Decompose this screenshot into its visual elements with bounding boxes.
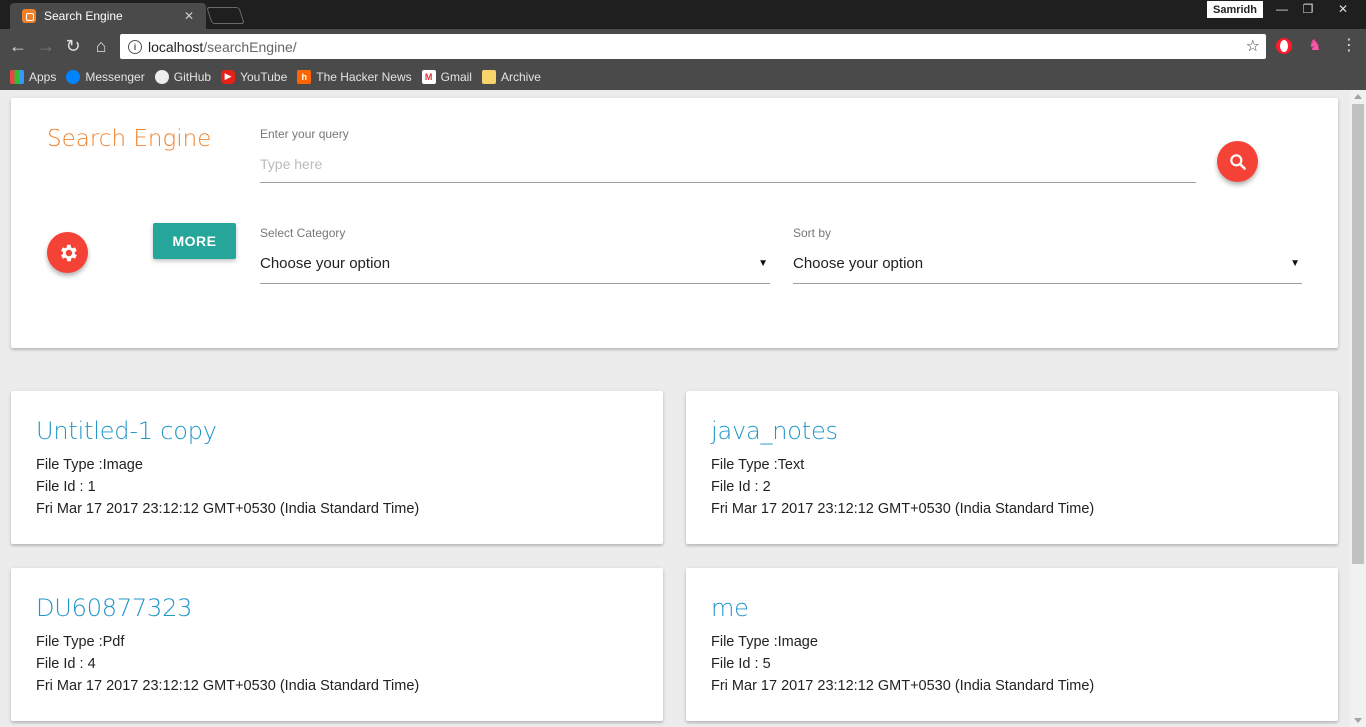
result-title-link[interactable]: Untitled-1 copy (36, 417, 217, 445)
bookmark-label: Apps (29, 69, 57, 84)
result-card: java_notes File Type :Text File Id : 2 F… (686, 391, 1338, 544)
result-date: Fri Mar 17 2017 23:12:12 GMT+0530 (India… (711, 678, 1095, 694)
result-file-id: File Id : 2 (711, 479, 771, 495)
result-card: Untitled-1 copy File Type :Image File Id… (11, 391, 663, 544)
hacker-news-icon: h (297, 69, 312, 84)
result-date: Fri Mar 17 2017 23:12:12 GMT+0530 (India… (36, 501, 420, 517)
result-file-type: File Type :Image (36, 457, 143, 473)
search-icon (1229, 153, 1246, 170)
folder-icon (481, 69, 496, 84)
result-file-type: File Type :Image (711, 634, 818, 650)
gear-icon (60, 244, 77, 261)
bookmark-apps[interactable]: Apps (10, 69, 57, 84)
restore-icon[interactable]: ❐ (1296, 0, 1320, 18)
result-file-type: File Type :Text (711, 457, 805, 473)
bookmark-messenger[interactable]: Messenger (66, 69, 145, 84)
bookmarks-bar: Apps Messenger GitHub ▶ YouTube h The Ha… (0, 63, 1366, 90)
vertical-scrollbar[interactable] (1350, 90, 1366, 727)
search-button[interactable] (1217, 141, 1258, 182)
window-titlebar: Search Engine ✕ Samridh — ❐ ✕ (0, 0, 1366, 29)
category-select[interactable]: Choose your option ▼ (260, 244, 770, 284)
address-bar[interactable]: i localhost /searchEngine/ ☆ (120, 34, 1266, 59)
search-panel: Search Engine Enter your query MORE Sele… (11, 98, 1338, 348)
result-card: DU60877323 File Type :Pdf File Id : 4 Fr… (11, 568, 663, 721)
close-window-icon[interactable]: ✕ (1320, 0, 1366, 18)
browser-tab[interactable]: Search Engine ✕ (10, 3, 206, 29)
sort-value: Choose your option (793, 255, 924, 272)
category-value: Choose your option (260, 255, 391, 272)
bookmark-hacker-news[interactable]: h The Hacker News (297, 69, 412, 84)
result-file-id: File Id : 5 (711, 656, 771, 672)
messenger-icon (66, 69, 81, 84)
result-title-link[interactable]: java_notes (711, 417, 838, 445)
tab-close-icon[interactable]: ✕ (180, 9, 198, 23)
sort-select[interactable]: Choose your option ▼ (793, 244, 1302, 284)
scroll-down-arrow-icon[interactable] (1354, 718, 1362, 723)
result-file-type: File Type :Pdf (36, 634, 125, 650)
caret-down-icon: ▼ (1290, 258, 1300, 269)
more-button[interactable]: MORE (153, 223, 236, 259)
url-host: localhost (148, 38, 204, 55)
result-file-id: File Id : 4 (36, 656, 96, 672)
result-date: Fri Mar 17 2017 23:12:12 GMT+0530 (India… (711, 501, 1095, 517)
page-viewport: Search Engine Enter your query MORE Sele… (0, 90, 1350, 727)
github-icon (154, 69, 169, 84)
unicorn-extension-icon[interactable]: ♞ (1306, 37, 1324, 55)
gmail-icon: M (421, 69, 436, 84)
bookmark-youtube[interactable]: ▶ YouTube (221, 69, 288, 84)
xampp-icon (22, 9, 36, 23)
sort-label: Sort by (793, 226, 832, 240)
bookmark-label: Messenger (85, 69, 145, 84)
apps-icon (10, 69, 24, 84)
new-tab-button[interactable] (206, 7, 245, 24)
bookmark-label: YouTube (240, 69, 288, 84)
youtube-icon: ▶ (221, 69, 236, 84)
bookmark-star-icon[interactable]: ☆ (1246, 36, 1260, 56)
menu-kebab-icon[interactable]: ⋮ (1341, 36, 1357, 56)
result-title-link[interactable]: me (711, 594, 749, 622)
search-input[interactable] (260, 146, 1196, 183)
back-arrow-icon[interactable]: ← (8, 36, 28, 56)
opera-extension-icon[interactable] (1276, 38, 1292, 54)
home-icon[interactable]: ⌂ (91, 36, 111, 56)
result-title-link[interactable]: DU60877323 (36, 594, 192, 622)
reload-icon[interactable]: ↻ (63, 36, 83, 56)
scrollbar-thumb[interactable] (1352, 104, 1364, 564)
result-date: Fri Mar 17 2017 23:12:12 GMT+0530 (India… (36, 678, 420, 694)
category-label: Select Category (260, 226, 346, 240)
info-icon[interactable]: i (128, 39, 142, 54)
minimize-icon[interactable]: — (1268, 0, 1296, 18)
tab-title: Search Engine (44, 9, 123, 23)
forward-arrow-icon[interactable]: → (36, 36, 56, 56)
caret-down-icon: ▼ (758, 258, 768, 269)
profile-button[interactable]: Samridh (1207, 1, 1263, 18)
scroll-up-arrow-icon[interactable] (1354, 94, 1362, 99)
bookmark-archive[interactable]: Archive (481, 69, 541, 84)
brand-title: Search Engine (47, 126, 212, 152)
bookmark-label: The Hacker News (316, 69, 412, 84)
bookmark-gmail[interactable]: M Gmail (421, 69, 472, 84)
bookmark-github[interactable]: GitHub (154, 69, 212, 84)
bookmark-label: Archive (500, 69, 541, 84)
query-label: Enter your query (260, 127, 349, 141)
bookmark-label: GitHub (173, 69, 212, 84)
result-file-id: File Id : 1 (36, 479, 96, 495)
settings-button[interactable] (47, 232, 88, 273)
url-path: /searchEngine/ (203, 38, 297, 55)
result-card: me File Type :Image File Id : 5 Fri Mar … (686, 568, 1338, 721)
browser-toolbar: ← → ↻ ⌂ i localhost /searchEngine/ ☆ ♞ ⋮ (0, 29, 1366, 63)
bookmark-label: Gmail (440, 69, 472, 84)
